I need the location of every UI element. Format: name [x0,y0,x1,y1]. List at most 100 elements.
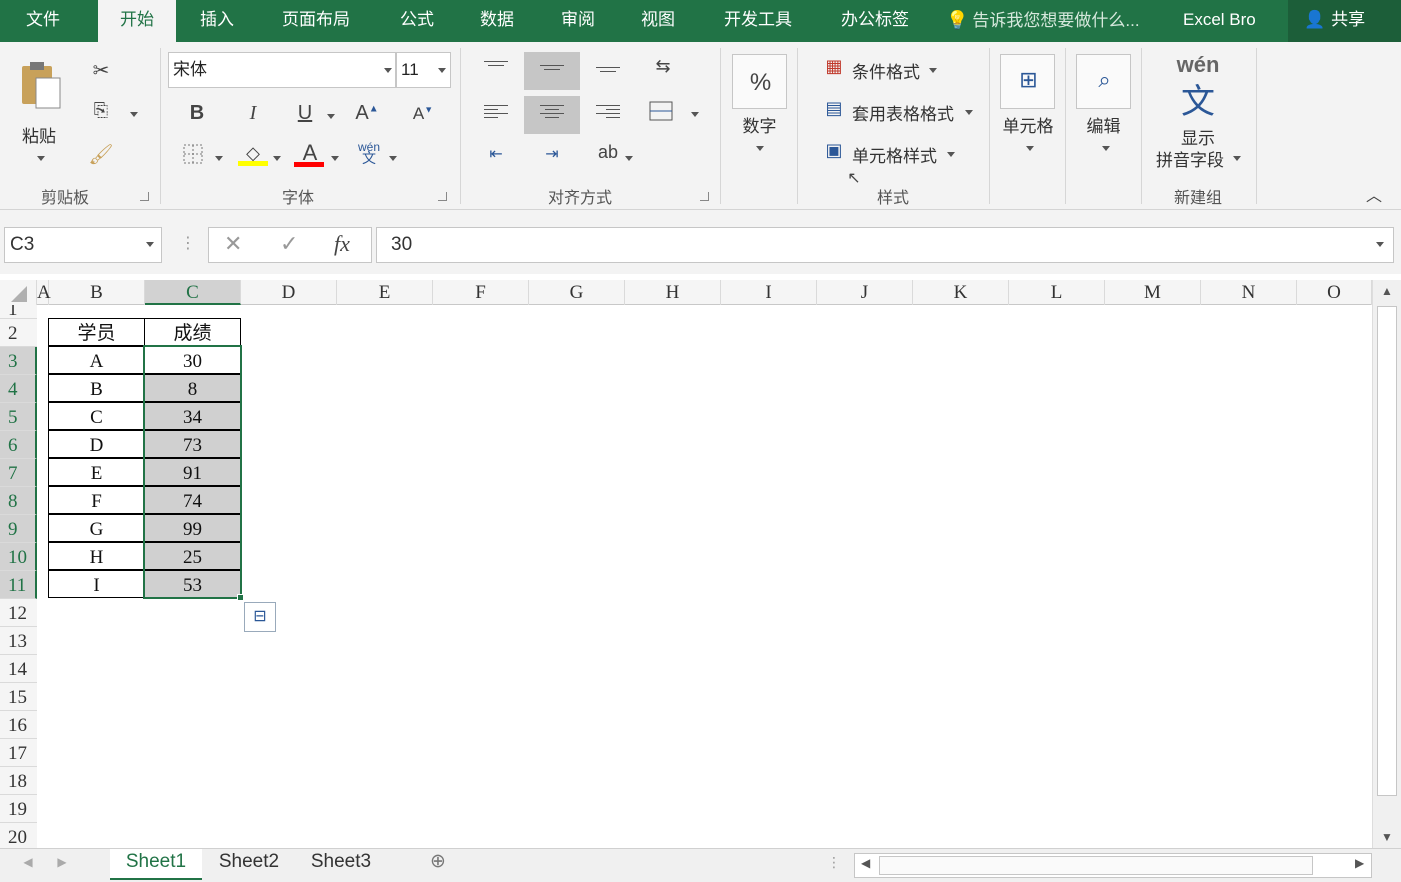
italic-button[interactable]: I [242,102,264,125]
insert-function-button[interactable]: fx [334,227,350,263]
orientation-icon[interactable]: ab [596,142,620,163]
row-header-1[interactable]: 1 [0,305,37,319]
enter-icon[interactable]: ✓ [280,227,298,263]
table-cell-score[interactable]: 8 [144,374,241,402]
table-cell-student[interactable]: B [48,374,145,402]
select-all-corner[interactable] [0,280,37,305]
fill-handle[interactable] [237,594,244,601]
cells-dropdown-icon[interactable] [1026,146,1034,151]
alignment-launcher-icon[interactable] [700,192,709,201]
paste-dropdown-icon[interactable] [37,156,45,161]
column-header-b[interactable]: B [49,280,145,305]
number-format-button[interactable]: % [732,54,787,109]
scroll-thumb[interactable] [1377,306,1397,796]
account-name[interactable]: Excel Bro [1183,0,1256,42]
column-header-l[interactable]: L [1009,280,1105,305]
font-launcher-icon[interactable] [438,192,447,201]
fill-color-dropdown-icon[interactable] [273,156,281,161]
font-color-dropdown-icon[interactable] [331,156,339,161]
next-sheet-icon[interactable]: ▶ [52,849,72,880]
align-bottom-icon[interactable] [596,64,620,84]
tab-office-tabs[interactable]: 办公标签 [826,0,924,42]
copy-dropdown-icon[interactable] [130,112,138,117]
table-header-student[interactable]: 学员 [48,318,145,346]
tab-view[interactable]: 视图 [625,0,691,42]
table-cell-score[interactable]: 73 [144,430,241,458]
border-dropdown-icon[interactable] [215,156,223,161]
paste-icon[interactable] [18,60,64,110]
row-header-20[interactable]: 20 [0,823,37,851]
row-header-18[interactable]: 18 [0,767,37,795]
font-name-dropdown-icon[interactable] [384,68,392,73]
phonetic-dropdown-icon[interactable] [389,156,397,161]
row-header-5[interactable]: 5 [0,403,37,431]
column-header-k[interactable]: K [913,280,1009,305]
column-header-j[interactable]: J [817,280,913,305]
table-cell-student[interactable]: E [48,458,145,486]
cut-icon[interactable]: ✂ [88,58,114,83]
show-pinyin-dropdown-icon[interactable] [1233,156,1241,161]
font-color-icon[interactable]: A [294,140,326,167]
table-cell-score[interactable]: 25 [144,542,241,570]
cancel-icon[interactable]: ✕ [224,227,242,263]
table-cell-score[interactable]: 99 [144,514,241,542]
row-header-6[interactable]: 6 [0,431,37,459]
column-header-f[interactable]: F [433,280,529,305]
edit-button[interactable]: ⌕ [1076,54,1131,109]
phonetic-icon[interactable]: wén 文 [356,141,382,165]
show-pinyin-label-2[interactable]: 拼音字段 [1150,146,1230,171]
pinyin-wen-icon[interactable]: 文 [1158,74,1238,123]
scroll-left-icon[interactable]: ◀ [861,856,870,870]
tab-split-handle-icon[interactable]: ⋮ [826,849,842,880]
add-sheet-icon[interactable]: ⊕ [426,849,450,880]
expand-formula-icon[interactable] [1376,242,1384,247]
increase-indent-icon[interactable]: ⇥ [540,144,564,164]
formula-input[interactable]: 30 [376,227,1394,263]
tell-me-search[interactable]: 💡 告诉我您想要做什么... [946,0,1140,42]
cell-style-icon[interactable]: ▣ [822,140,846,161]
align-top-icon[interactable] [484,58,508,78]
table-cell-score[interactable]: 53 [144,570,241,598]
orientation-dropdown-icon[interactable] [625,156,633,161]
underline-button[interactable]: U [294,102,316,125]
increase-font-icon[interactable]: A▲ [354,102,380,125]
bold-button[interactable]: B [186,102,208,125]
table-cell-student[interactable]: G [48,514,145,542]
row-header-19[interactable]: 19 [0,795,37,823]
edit-dropdown-icon[interactable] [1102,146,1110,151]
row-header-16[interactable]: 16 [0,711,37,739]
table-format-icon[interactable]: ▤ [822,98,846,119]
row-header-2[interactable]: 2 [0,319,37,347]
row-header-10[interactable]: 10 [0,543,37,571]
name-box-dropdown-icon[interactable] [146,242,154,247]
table-format-dropdown-icon[interactable] [965,110,973,115]
sheet-tab-1[interactable]: Sheet1 [110,849,202,880]
cell-style-button[interactable]: 单元格样式 [852,142,937,167]
column-header-a[interactable]: A [37,280,51,305]
sheet-tab-2[interactable]: Sheet2 [204,849,294,880]
table-cell-score[interactable]: 74 [144,486,241,514]
row-header-11[interactable]: 11 [0,571,37,599]
tab-home[interactable]: 开始 [98,0,176,44]
table-cell-student[interactable]: H [48,542,145,570]
row-header-15[interactable]: 15 [0,683,37,711]
tab-page-layout[interactable]: 页面布局 [266,0,366,42]
worksheet-grid[interactable]: ABCDEFGHIJKLMNO 1 2 3 4 5 6 7 8 9 10 11 12 13 14 15 16 1… [0,274,1401,851]
decrease-font-icon[interactable]: A▼ [410,104,436,124]
name-box[interactable]: C3 [4,227,162,263]
horizontal-scrollbar[interactable]: ◀ ▶ [854,853,1372,878]
column-header-h[interactable]: H [625,280,721,305]
clipboard-launcher-icon[interactable] [140,192,149,201]
scroll-up-icon[interactable]: ▲ [1381,284,1393,298]
column-header-g[interactable]: G [529,280,625,305]
underline-dropdown-icon[interactable] [327,114,335,119]
cond-format-dropdown-icon[interactable] [929,68,937,73]
h-scroll-thumb[interactable] [879,856,1313,875]
column-header-m[interactable]: M [1105,280,1201,305]
tab-formulas[interactable]: 公式 [384,0,450,42]
sheet-tab-3[interactable]: Sheet3 [296,849,386,880]
row-header-8[interactable]: 8 [0,487,37,515]
table-cell-score[interactable]: 91 [144,458,241,486]
column-header-o[interactable]: O [1297,280,1372,305]
table-cell-student[interactable]: F [48,486,145,514]
